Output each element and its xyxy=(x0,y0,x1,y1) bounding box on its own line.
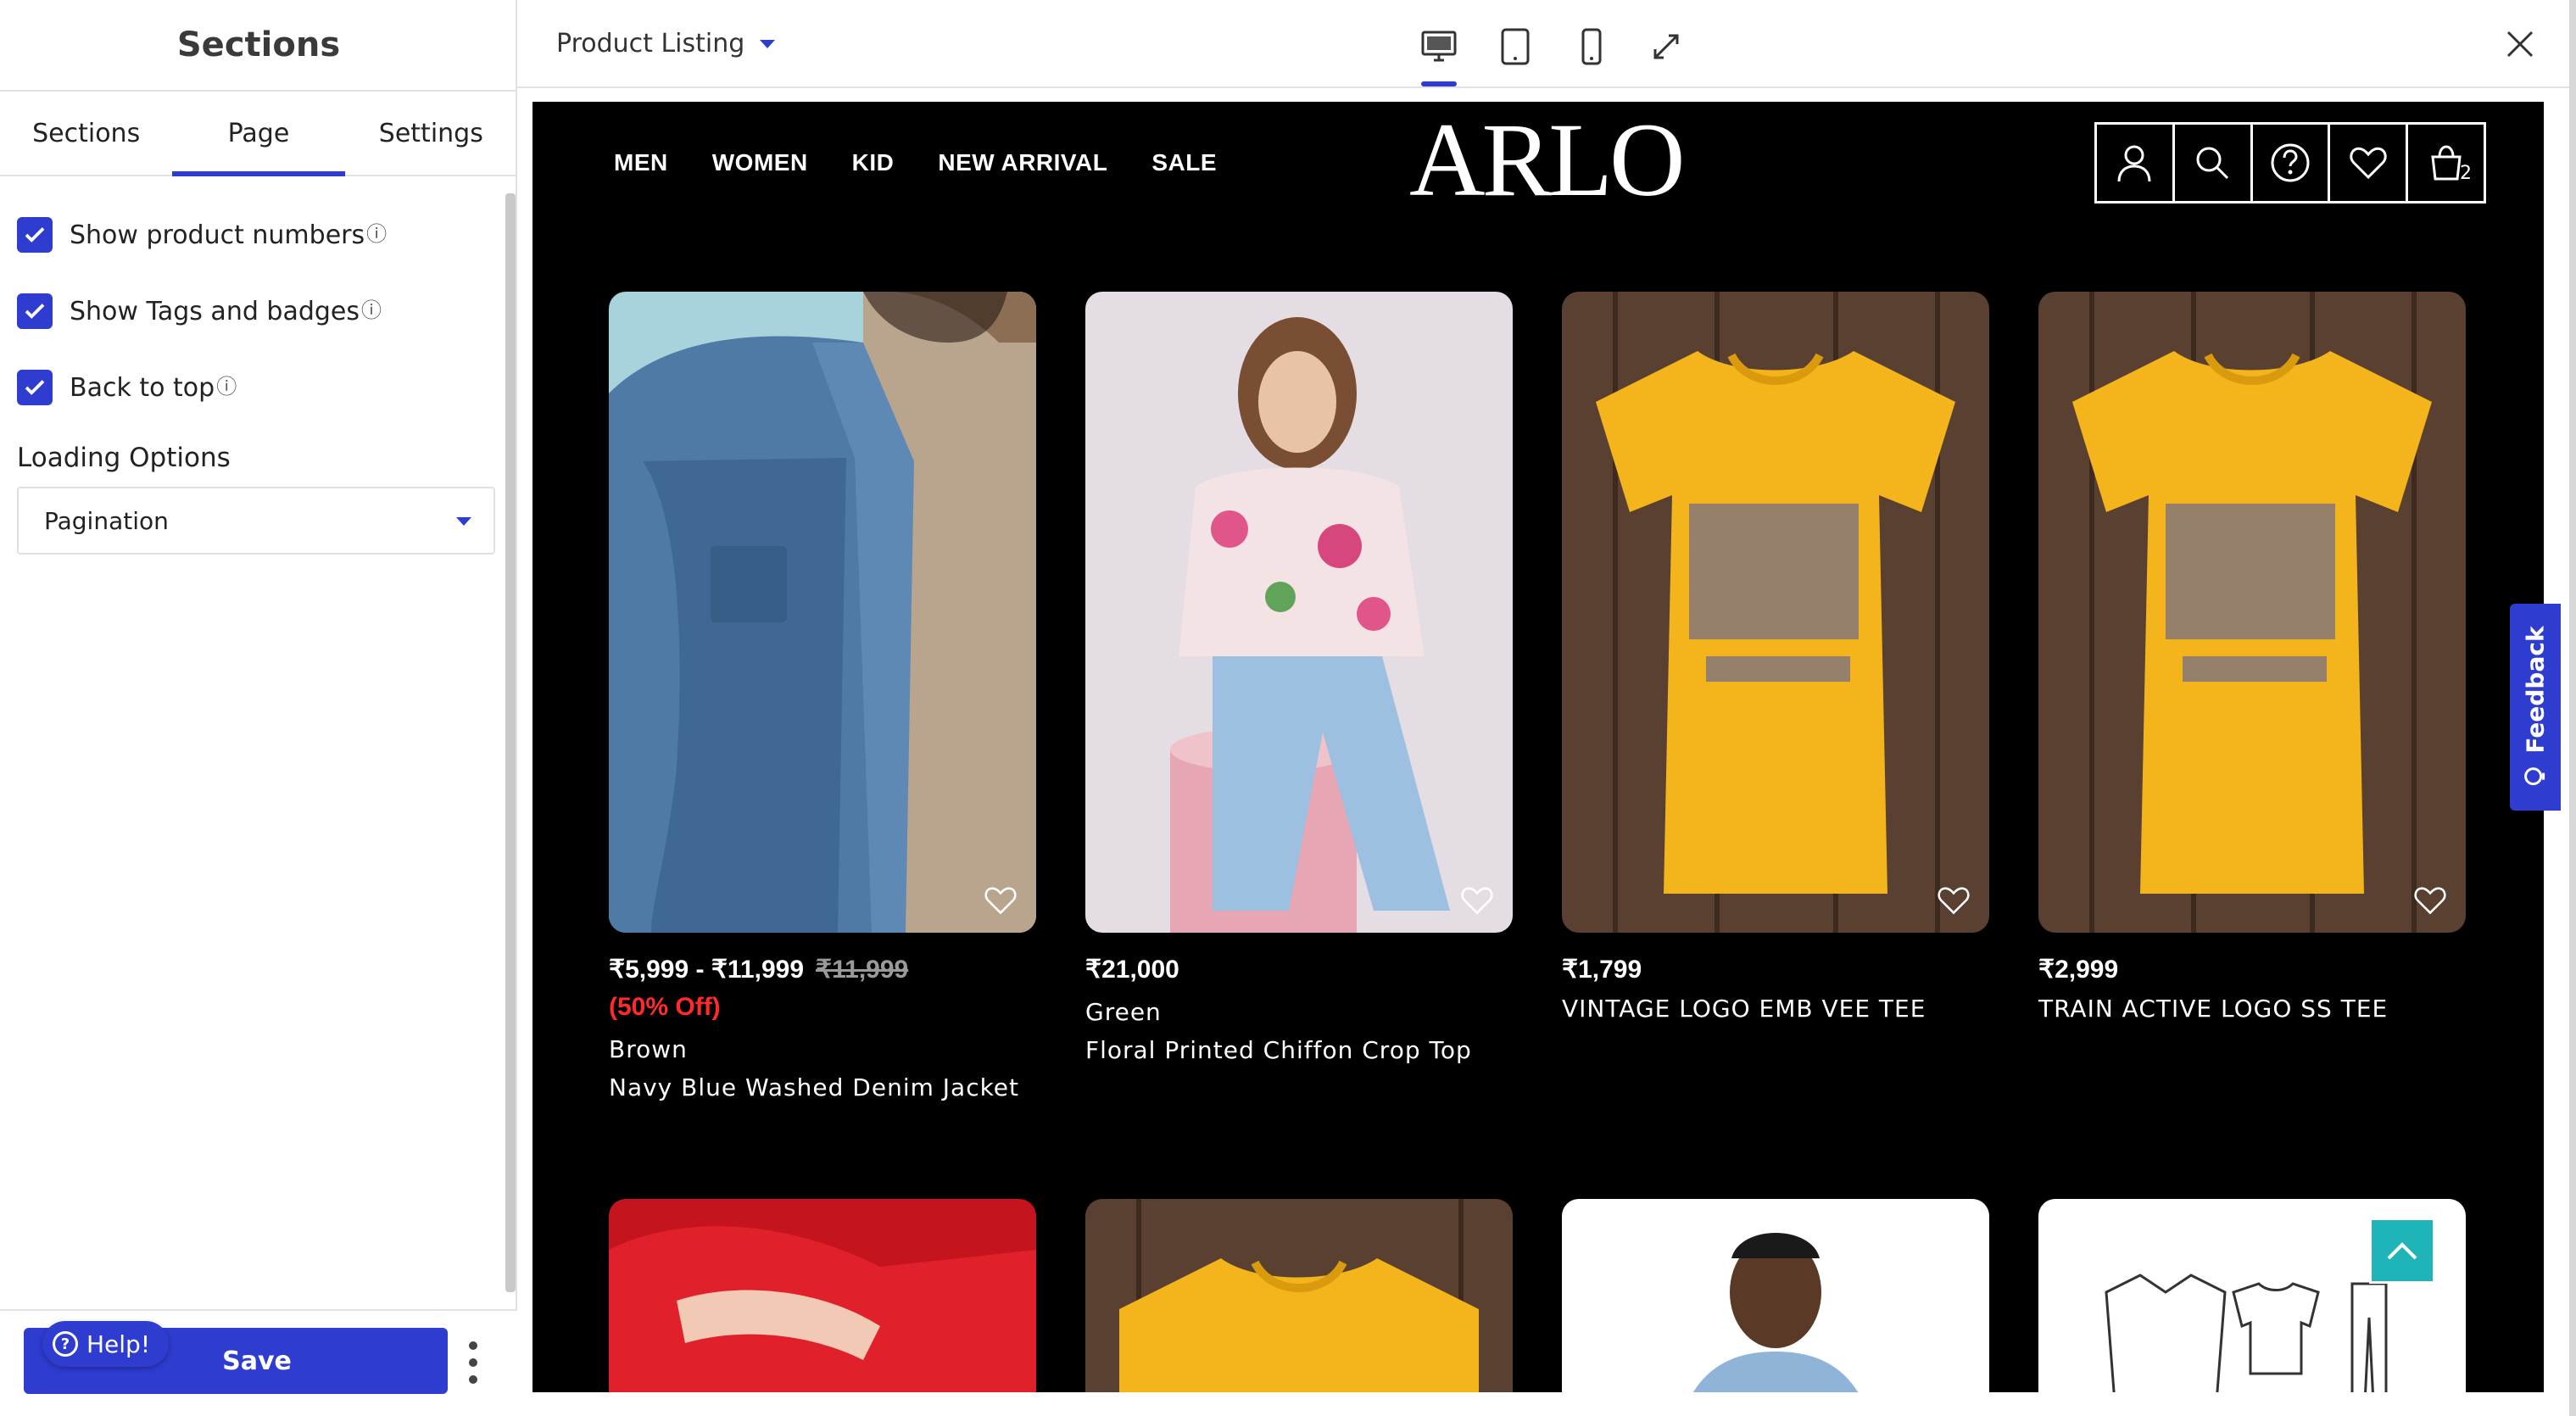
tablet-view-icon[interactable] xyxy=(1492,24,1538,70)
caret-down-icon xyxy=(760,39,776,48)
tab-sections[interactable]: Sections xyxy=(0,92,172,175)
product-name[interactable]: TRAIN ACTIVE LOGO SS TEE xyxy=(2038,995,2466,1023)
help-circle-icon[interactable] xyxy=(2253,125,2331,201)
lightbulb-icon xyxy=(2523,767,2545,785)
show-product-numbers-checkbox[interactable] xyxy=(17,217,53,253)
product-price: ₹1,799 xyxy=(1562,956,1642,984)
product-card[interactable]: ₹5,999 - ₹11,999 ₹11,999 (50% Off) Brown … xyxy=(609,292,1036,1101)
store-logo[interactable]: ARLO xyxy=(1409,105,1686,215)
feedback-tab[interactable]: Feedback xyxy=(2510,604,2561,811)
discount-badge: (50% Off) xyxy=(609,993,721,1021)
loading-options-value: Pagination xyxy=(44,506,169,535)
info-icon[interactable]: ⓘ xyxy=(216,370,237,399)
nav-kid[interactable]: KID xyxy=(852,149,895,176)
header-icons: 2 xyxy=(2094,122,2486,203)
product-card[interactable]: ₹1,799 VINTAGE LOGO EMB VEE TEE xyxy=(1562,292,1989,1023)
tab-page[interactable]: Page xyxy=(172,92,345,176)
original-price: ₹11,999 xyxy=(816,956,909,984)
product-name[interactable]: VINTAGE LOGO EMB VEE TEE xyxy=(1562,995,1989,1023)
nav-women[interactable]: WOMEN xyxy=(712,149,808,176)
product-image[interactable] xyxy=(1085,1199,1513,1392)
wishlist-heart-icon[interactable] xyxy=(984,885,1018,916)
show-tags-badges-checkbox[interactable] xyxy=(17,293,53,329)
wishlist-heart-icon[interactable] xyxy=(1460,885,1494,916)
product-image[interactable] xyxy=(609,292,1036,933)
wishlist-heart-icon[interactable] xyxy=(1937,885,1971,916)
close-icon[interactable] xyxy=(2501,25,2539,63)
account-icon[interactable] xyxy=(2097,125,2175,201)
product-price: ₹5,999 - ₹11,999 ₹11,999 xyxy=(609,955,1036,984)
page-select-value: Product Listing xyxy=(556,29,745,59)
product-image[interactable] xyxy=(2038,292,2466,933)
product-name[interactable]: Floral Printed Chiffon Crop Top xyxy=(1085,1036,1513,1064)
product-image[interactable] xyxy=(1562,292,1989,933)
sidebar-footer: Save ? Help! xyxy=(0,1309,517,1416)
check-icon xyxy=(25,380,45,395)
store-preview: MEN WOMEN KID NEW ARRIVAL SALE ARLO 2 ₹5… xyxy=(532,102,2544,1392)
wishlist-icon[interactable] xyxy=(2330,125,2409,201)
check-icon xyxy=(25,227,45,243)
feedback-label: Feedback xyxy=(2521,625,2550,754)
product-price: ₹2,999 xyxy=(2038,956,2119,984)
nav-men[interactable]: MEN xyxy=(614,149,668,176)
product-image[interactable] xyxy=(1562,1199,1989,1392)
product-name[interactable]: Navy Blue Washed Denim Jacket xyxy=(609,1073,1036,1101)
search-icon[interactable] xyxy=(2175,125,2253,201)
page-select-dropdown[interactable]: Product Listing xyxy=(556,29,776,59)
loading-options-select[interactable]: Pagination xyxy=(17,487,495,555)
wishlist-heart-icon[interactable] xyxy=(2413,885,2447,916)
info-icon[interactable]: ⓘ xyxy=(366,217,387,247)
option-back-to-top: Back to top ⓘ xyxy=(17,366,237,409)
panel-title: Sections xyxy=(0,0,517,92)
desktop-view-icon[interactable] xyxy=(1416,24,1462,86)
mobile-view-icon[interactable] xyxy=(1569,24,1614,70)
nav-sale[interactable]: SALE xyxy=(1151,149,1217,176)
option-label: Back to top xyxy=(70,372,215,403)
nav-new-arrival[interactable]: NEW ARRIVAL xyxy=(938,149,1107,176)
store-nav: MEN WOMEN KID NEW ARRIVAL SALE xyxy=(614,149,1217,176)
back-to-top-button[interactable] xyxy=(2369,1218,2435,1284)
editor-sidebar: Sections Sections Page Settings Show pro… xyxy=(0,0,517,1416)
sidebar-scrollbar[interactable] xyxy=(505,193,516,1292)
option-label: Show Tags and badges xyxy=(70,296,360,326)
option-show-tags-badges: Show Tags and badges ⓘ xyxy=(17,290,382,332)
option-label: Show product numbers xyxy=(70,220,365,250)
tab-settings[interactable]: Settings xyxy=(345,92,517,175)
option-show-product-numbers: Show product numbers ⓘ xyxy=(17,214,387,256)
back-to-top-checkbox[interactable] xyxy=(17,370,53,405)
chevron-up-icon xyxy=(2387,1242,2417,1260)
info-icon[interactable]: ⓘ xyxy=(361,293,382,323)
loading-options-label: Loading Options xyxy=(17,443,231,473)
check-icon xyxy=(25,304,45,319)
help-button[interactable]: ? Help! xyxy=(42,1321,170,1367)
cart-icon[interactable]: 2 xyxy=(2408,125,2484,201)
caret-down-icon xyxy=(456,517,471,526)
product-image[interactable] xyxy=(609,1199,1036,1392)
sidebar-tabs: Sections Page Settings xyxy=(0,92,517,176)
product-variant: Green xyxy=(1085,998,1162,1026)
product-variant: Brown xyxy=(609,1035,688,1063)
more-options-icon[interactable] xyxy=(465,1341,482,1384)
product-price: ₹21,000 xyxy=(1085,956,1179,984)
window-edge xyxy=(2569,0,2576,1416)
help-icon: ? xyxy=(53,1331,78,1357)
help-label: Help! xyxy=(86,1330,151,1358)
preview-toolbar: Product Listing xyxy=(517,0,2576,88)
product-image[interactable] xyxy=(1085,292,1513,933)
cart-count-badge: 2 xyxy=(2459,163,2472,184)
product-card[interactable]: ₹2,999 TRAIN ACTIVE LOGO SS TEE xyxy=(2038,292,2466,1023)
product-card[interactable]: ₹21,000 Green Floral Printed Chiffon Cro… xyxy=(1085,292,1513,1064)
fullscreen-icon[interactable] xyxy=(1643,24,1689,70)
price-range: ₹5,999 - ₹11,999 xyxy=(609,956,805,984)
